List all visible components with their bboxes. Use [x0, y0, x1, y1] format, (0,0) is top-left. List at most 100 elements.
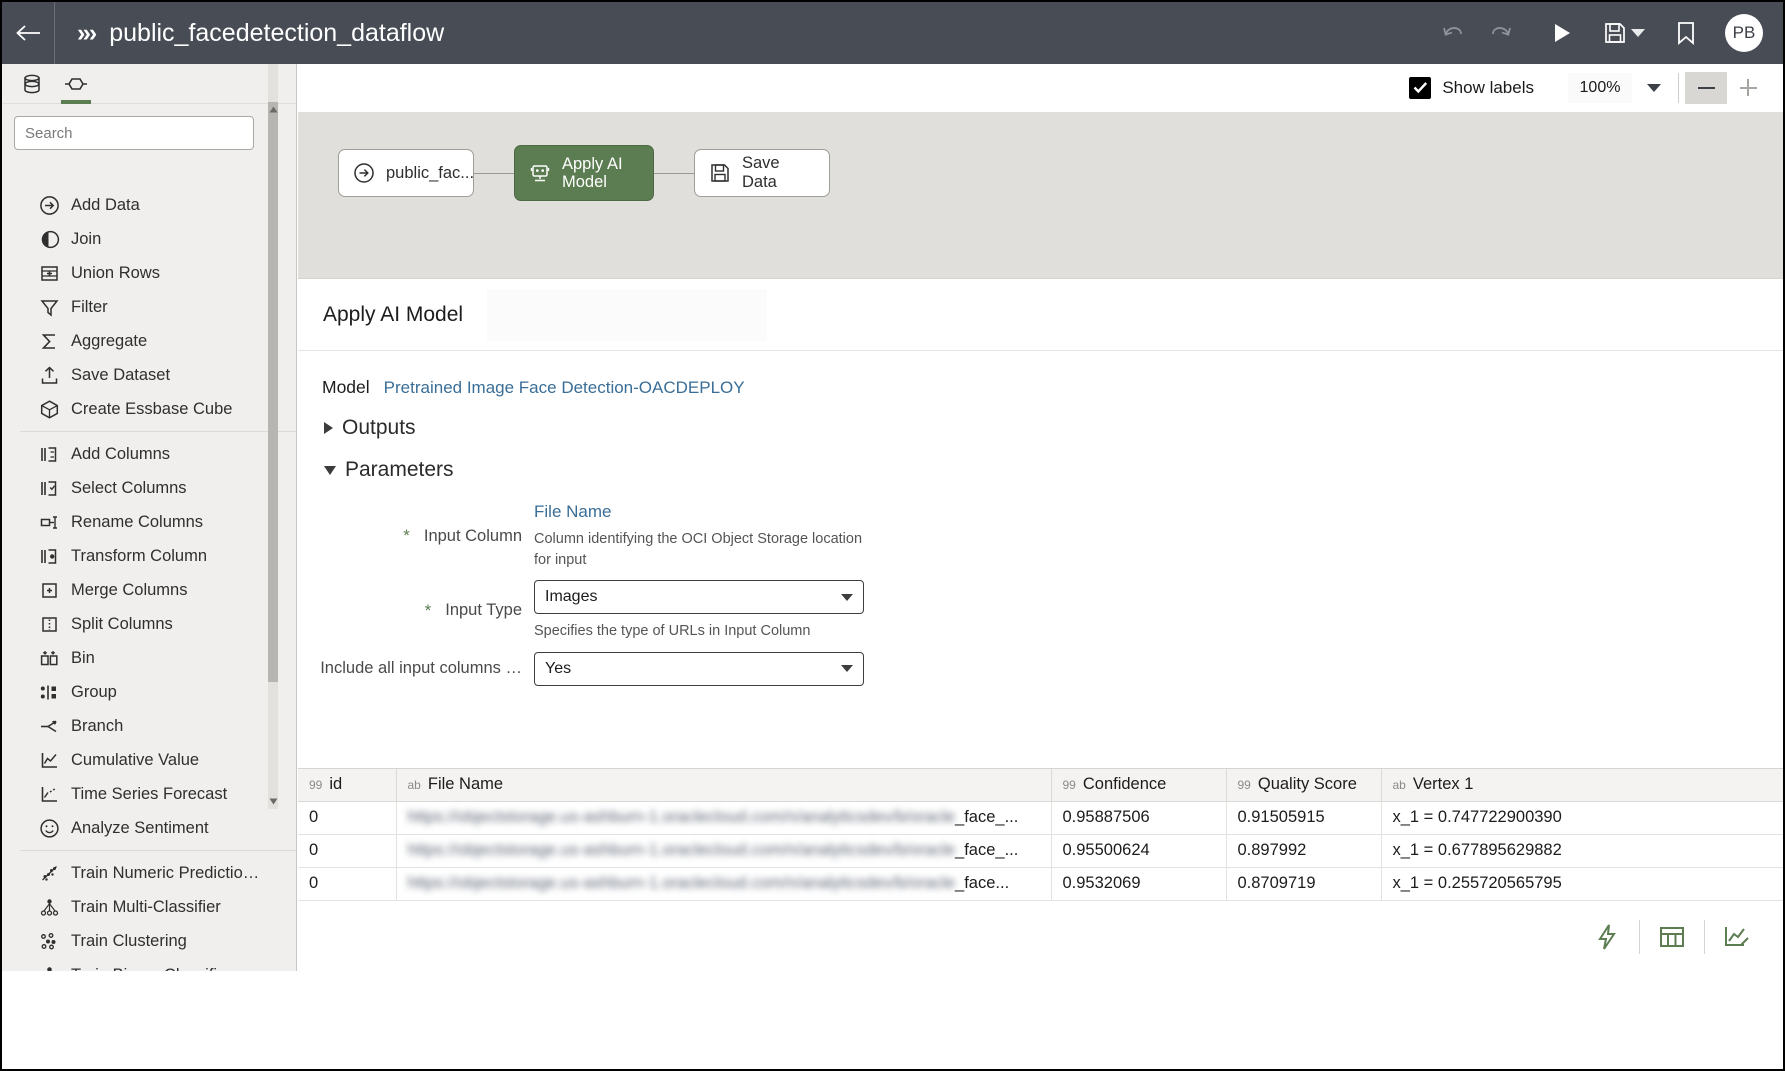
column-type-tag: ab [1392, 778, 1406, 793]
zoom-dropdown-button[interactable] [1632, 73, 1672, 103]
sidebar-item-label: Branch [71, 716, 124, 735]
chart-edit-button[interactable] [1713, 913, 1761, 961]
column-header-confidence[interactable]: 99 Confidence [1051, 769, 1227, 802]
cell-file-name: https://objectstorage.us-ashburn-1.oracl… [396, 834, 1052, 868]
column-header-quality-score[interactable]: 99 Quality Score [1226, 769, 1382, 802]
cell-file-name: https://objectstorage.us-ashburn-1.oracl… [396, 801, 1052, 835]
transform-steps-list[interactable]: Add Data Join Union Rows Filter Aggregat… [2, 188, 296, 1069]
param-value-cell: Images Specifies the type of URLs in Inp… [534, 580, 864, 642]
canvas-node-apply-ai-model[interactable]: Apply AI Model [514, 145, 654, 201]
data-tab[interactable] [10, 64, 54, 104]
sidebar-item-filter[interactable]: Filter [2, 290, 296, 324]
sidebar-item-join[interactable]: Join [2, 222, 296, 256]
transforms-tab[interactable] [54, 64, 98, 104]
param-row-input-column: * Input Column File Name Column identify… [322, 502, 1783, 570]
sidebar-item-label: Split Columns [71, 614, 173, 633]
lightning-button[interactable] [1583, 913, 1631, 961]
undo-button[interactable] [1431, 2, 1477, 64]
sidebar-item-group[interactable]: Group [2, 675, 296, 709]
scroll-down-arrow-icon[interactable] [268, 794, 278, 808]
zoom-out-button[interactable] [1685, 71, 1727, 104]
back-button[interactable] [2, 2, 54, 64]
data-preview-table[interactable]: 99 id ab File Name 99 Confidence 99 Quality … [298, 768, 1783, 903]
sidebar-item-bin[interactable]: Bin [2, 641, 296, 675]
sidebar-item-select-columns[interactable]: Select Columns [2, 471, 296, 505]
sidebar-item-train-clustering[interactable]: Train Clustering [2, 924, 296, 958]
sidebar-item-label: Aggregate [71, 331, 148, 350]
canvas-node-label: Apply AI Model [562, 154, 623, 191]
scroll-up-arrow-icon[interactable] [268, 102, 278, 116]
sidebar-item-save-dataset[interactable]: Save Dataset [2, 358, 296, 392]
play-icon [1555, 24, 1570, 42]
cube-icon [36, 398, 62, 420]
column-type-tag: 99 [1237, 778, 1251, 793]
bookmark-button[interactable] [1663, 2, 1709, 64]
section-parameters[interactable]: Parameters [322, 458, 1783, 482]
sidebar-item-label: Select Columns [71, 478, 187, 497]
column-header-label: Vertex 1 [1412, 775, 1474, 794]
sidebar-item-branch[interactable]: Branch [2, 709, 296, 743]
chevron-down-icon [1647, 83, 1661, 92]
show-labels-checkbox[interactable] [1409, 76, 1432, 99]
canvas-node-source[interactable]: public_fac... [338, 149, 474, 197]
table-row[interactable]: 0 https://objectstorage.us-ashburn-1.ora… [298, 867, 1783, 901]
cell-vertex-1: x_1 = 0.747722900390 [1381, 801, 1783, 835]
zoom-in-button[interactable] [1727, 72, 1769, 104]
sidebar-item-time-series-forecast[interactable]: Time Series Forecast [2, 777, 296, 811]
dataflow-canvas[interactable]: public_fac... Apply AI Model Save Data [298, 112, 1783, 278]
bottom-strip [2, 971, 1783, 1069]
sidebar-item-analyze-sentiment[interactable]: Analyze Sentiment [2, 811, 296, 845]
section-outputs[interactable]: Outputs [322, 416, 1783, 440]
zoom-level-value[interactable]: 100% [1568, 72, 1632, 103]
input-column-hint: Column identifying the OCI Object Storag… [534, 531, 863, 568]
cell-confidence: 0.95500624 [1051, 834, 1227, 868]
sidebar-divider-1 [20, 431, 296, 432]
sidebar-item-label: Analyze Sentiment [71, 818, 209, 837]
table-row[interactable]: 0 https://objectstorage.us-ashburn-1.ora… [298, 834, 1783, 868]
sidebar-item-union-rows[interactable]: Union Rows [2, 256, 296, 290]
cell-quality-score: 0.8709719 [1226, 867, 1382, 901]
include-all-input-columns-select[interactable]: Yes [534, 651, 864, 686]
model-label: Model [322, 377, 370, 397]
sidebar-item-label: Time Series Forecast [71, 784, 228, 803]
sidebar-item-label: Rename Columns [71, 512, 204, 531]
input-column-value[interactable]: File Name [534, 502, 864, 522]
toolbar-divider [1678, 72, 1679, 103]
table-row[interactable]: 0 https://objectstorage.us-ashburn-1.ora… [298, 801, 1783, 835]
sidebar-item-train-numeric-prediction[interactable]: Train Numeric Predictio… [2, 856, 296, 890]
sidebar-item-label: Train Multi-Classifier [71, 897, 221, 916]
plus-icon [1739, 79, 1757, 96]
statusbar-divider-2 [1704, 920, 1705, 954]
minus-icon [1697, 86, 1715, 89]
column-header-file-name[interactable]: ab File Name [396, 769, 1052, 802]
model-link[interactable]: Pretrained Image Face Detection-OACDEPLO… [384, 378, 745, 398]
column-header-vertex-1[interactable]: ab Vertex 1 [1381, 769, 1783, 802]
table-view-button[interactable] [1648, 913, 1696, 961]
sidebar-item-split-columns[interactable]: Split Columns [2, 607, 296, 641]
param-label-cell: * Input Column [322, 502, 534, 570]
run-button[interactable] [1539, 2, 1585, 64]
undo-icon [1443, 27, 1462, 36]
sidebar-item-transform-column[interactable]: Transform Column [2, 539, 296, 573]
save-button[interactable] [1601, 2, 1647, 64]
sidebar-item-rename-columns[interactable]: Rename Columns [2, 505, 296, 539]
chevron-double-right-icon[interactable]: »› [77, 20, 97, 46]
column-header-id[interactable]: 99 id [298, 769, 397, 802]
canvas-node-save-data[interactable]: Save Data [694, 149, 830, 197]
sidebar-item-create-essbase-cube[interactable]: Create Essbase Cube [2, 392, 296, 426]
redo-button[interactable] [1477, 2, 1523, 64]
select-columns-icon [36, 477, 62, 499]
input-type-select[interactable]: Images [534, 580, 864, 615]
avatar[interactable]: PB [1725, 14, 1763, 52]
sidebar-scrollbar-thumb[interactable] [268, 102, 278, 682]
sidebar-item-cumulative-value[interactable]: Cumulative Value [2, 743, 296, 777]
sidebar-item-add-columns[interactable]: Add Columns [2, 437, 296, 471]
sidebar-item-add-data[interactable]: Add Data [2, 188, 296, 222]
sidebar-item-label: Train Numeric Predictio… [71, 863, 260, 882]
topbar-divider [54, 2, 55, 64]
sidebar-item-train-multi-classifier[interactable]: Train Multi-Classifier [2, 890, 296, 924]
chevron-down-icon[interactable] [1631, 29, 1645, 37]
sidebar-item-merge-columns[interactable]: Merge Columns [2, 573, 296, 607]
search-input[interactable] [14, 116, 254, 150]
sidebar-item-aggregate[interactable]: Aggregate [2, 324, 296, 358]
